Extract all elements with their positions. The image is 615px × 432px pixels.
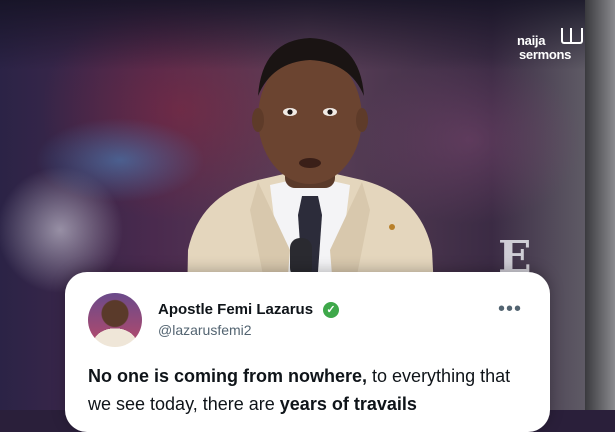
- more-options-icon[interactable]: •••: [498, 299, 522, 319]
- naija-sermons-logo: naija sermons: [515, 28, 585, 64]
- verified-icon: ✓: [323, 302, 339, 318]
- tweet-card[interactable]: Apostle Femi Lazarus ✓ @lazarusfemi2 •••…: [65, 272, 550, 432]
- author-handle[interactable]: @lazarusfemi2: [158, 322, 252, 338]
- logo-book-icon: [561, 28, 583, 44]
- tweet-bold-phrase-2: years of travails: [279, 394, 417, 414]
- logo-line-2: sermons: [519, 47, 572, 62]
- logo-line-1: naija: [517, 33, 546, 48]
- author-name[interactable]: Apostle Femi Lazarus: [158, 301, 313, 318]
- tweet-bold-phrase-1: No one is coming from nowhere,: [88, 366, 368, 386]
- avatar[interactable]: [88, 293, 142, 347]
